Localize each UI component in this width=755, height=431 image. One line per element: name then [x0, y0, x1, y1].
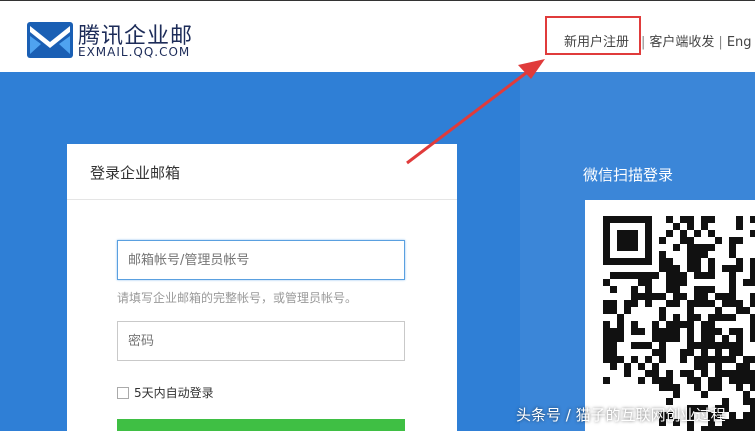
watermark-text: 头条号 / 猫子的互联网创业过程 [516, 406, 726, 424]
annotation-highlight-box [545, 16, 641, 55]
remember-label: 5天内自动登录 [134, 386, 214, 400]
top-header: 腾讯企业邮 EXMAIL.QQ.COM 新用户注册 | 客户端收发 | Eng [0, 0, 755, 72]
login-button[interactable] [117, 419, 405, 431]
wechat-login-title: 微信扫描登录 [583, 166, 674, 184]
account-hint: 请填写企业邮箱的完整帐号，或管理员帐号。 [117, 291, 358, 305]
brand-name-en: EXMAIL.QQ.COM [78, 45, 191, 59]
hero-background: 登录企业邮箱 请填写企业邮箱的完整帐号，或管理员帐号。 5天内自动登录 微信扫描… [0, 72, 755, 431]
nav-separator: | [718, 35, 723, 50]
exmail-logo-icon[interactable] [27, 20, 73, 60]
password-input[interactable] [117, 321, 405, 361]
checkbox-icon[interactable] [117, 386, 129, 399]
nav-separator: | [641, 35, 646, 50]
account-input[interactable] [117, 240, 405, 280]
login-card: 登录企业邮箱 请填写企业邮箱的完整帐号，或管理员帐号。 5天内自动登录 [67, 144, 457, 431]
qr-code-icon [603, 216, 755, 431]
login-title: 登录企业邮箱 [90, 164, 181, 182]
card-divider [67, 199, 457, 200]
qr-code-panel [585, 200, 755, 431]
language-link[interactable]: Eng [727, 35, 752, 50]
remember-me[interactable]: 5天内自动登录 [117, 384, 214, 401]
client-download-link[interactable]: 客户端收发 [649, 35, 714, 50]
